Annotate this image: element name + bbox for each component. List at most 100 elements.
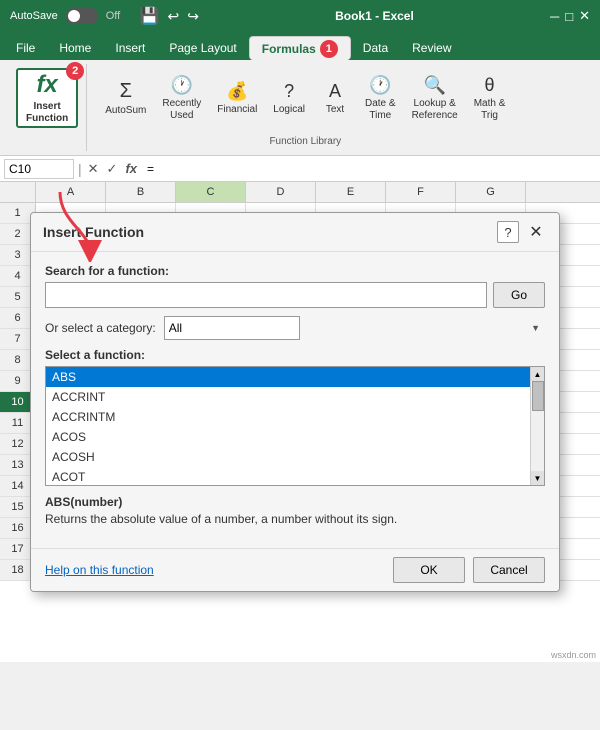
autosum-label: AutoSum xyxy=(105,105,146,116)
col-header-c[interactable]: C xyxy=(176,182,246,202)
function-item-acosh[interactable]: ACOSH xyxy=(46,447,530,467)
logical-button[interactable]: ? Logical xyxy=(267,68,311,128)
datetime-label: Date &Time xyxy=(365,98,396,122)
ok-button[interactable]: OK xyxy=(393,557,465,583)
search-input[interactable] xyxy=(45,282,487,308)
title-bar-right: ─ □ ✕ xyxy=(550,8,590,24)
autosave-label: AutoSave xyxy=(10,10,58,22)
col-header-b[interactable]: B xyxy=(106,182,176,202)
function-item-acot[interactable]: ACOT xyxy=(46,467,530,485)
tab-pagelayout[interactable]: Page Layout xyxy=(157,36,248,60)
autosum-button[interactable]: Σ AutoSum xyxy=(99,68,152,128)
tab-formulas[interactable]: Formulas 1 xyxy=(249,36,351,60)
window-title: Book1 - Excel xyxy=(335,9,414,23)
fx-icon[interactable]: fx xyxy=(123,161,139,176)
category-row: Or select a category: All Financial Date… xyxy=(45,316,545,340)
datetime-button[interactable]: 🕐 Date &Time xyxy=(359,68,402,128)
tab-review[interactable]: Review xyxy=(400,36,463,60)
category-select-wrapper: All Financial Date & Time Math & Trig St… xyxy=(164,316,545,340)
function-library-label: Function Library xyxy=(269,132,341,147)
financial-icon: 💰 xyxy=(226,81,248,102)
minimize-btn[interactable]: ─ xyxy=(550,9,559,24)
close-btn[interactable]: ✕ xyxy=(579,8,590,24)
scroll-thumb[interactable] xyxy=(532,381,544,411)
badge-1: 1 xyxy=(320,40,338,58)
math-button[interactable]: θ Math &Trig xyxy=(468,68,512,128)
corner-cell xyxy=(0,182,36,202)
cancel-button[interactable]: Cancel xyxy=(473,557,545,583)
redo-icon[interactable]: ↪ xyxy=(187,8,199,25)
function-item-abs[interactable]: ABS xyxy=(46,367,530,387)
dialog-help-button[interactable]: ? xyxy=(497,221,519,243)
tab-file[interactable]: File xyxy=(4,36,47,60)
tab-data[interactable]: Data xyxy=(351,36,400,60)
recently-used-button[interactable]: 🕐 RecentlyUsed xyxy=(156,68,207,128)
function-item-accrintm[interactable]: ACCRINTM xyxy=(46,407,530,427)
undo-icon[interactable]: ↩ xyxy=(167,8,179,25)
ribbon-content: fx InsertFunction 2 Σ AutoSum 🕐 Recently… xyxy=(0,60,600,156)
logical-icon: ? xyxy=(284,81,294,102)
spreadsheet-area: A B C D E F G 12345678910111213141516171… xyxy=(0,182,600,662)
dialog-body: Search for a function: Go Or select a ca… xyxy=(31,252,559,548)
function-list[interactable]: ABSACCRINTACCRINTMACOSACOSHACOTACOTH xyxy=(46,367,530,485)
function-desc-text: Returns the absolute value of a number, … xyxy=(45,512,397,526)
math-label: Math &Trig xyxy=(474,98,506,122)
scroll-up-btn[interactable]: ▲ xyxy=(531,367,545,381)
text-button[interactable]: A Text xyxy=(315,68,355,128)
search-row: Go xyxy=(45,282,545,308)
category-select[interactable]: All Financial Date & Time Math & Trig St… xyxy=(164,316,300,340)
dialog-close-button[interactable]: ✕ xyxy=(525,221,547,243)
ribbon-tab-bar: File Home Insert Page Layout Formulas 1 … xyxy=(0,32,600,60)
dialog-footer-buttons: OK Cancel xyxy=(393,557,545,583)
fx-large-icon: fx xyxy=(36,71,57,99)
formula-bar: | ✕ ✓ fx xyxy=(0,156,600,182)
datetime-icon: 🕐 xyxy=(369,75,391,96)
function-list-container: ABSACCRINTACCRINTMACOSACOSHACOTACOTH ▲ ▼ xyxy=(45,366,545,486)
column-header-row: A B C D E F G xyxy=(0,182,600,203)
financial-button[interactable]: 💰 Financial xyxy=(211,68,263,128)
cancel-icon[interactable]: ✕ xyxy=(86,161,101,177)
scrollbar[interactable]: ▲ ▼ xyxy=(530,367,544,485)
autosave-toggle[interactable] xyxy=(66,8,98,24)
watermark: wsxdn.com xyxy=(551,650,596,660)
recently-used-label: RecentlyUsed xyxy=(162,98,201,122)
go-button[interactable]: Go xyxy=(493,282,545,308)
function-signature: ABS(number) xyxy=(45,495,122,509)
text-label: Text xyxy=(326,104,344,115)
badge-2: 2 xyxy=(66,62,84,80)
search-label: Search for a function: xyxy=(45,264,545,278)
save-icon[interactable]: 💾 xyxy=(140,6,160,26)
function-item-accrint[interactable]: ACCRINT xyxy=(46,387,530,407)
title-bar-left: AutoSave Off 💾 ↩ ↪ xyxy=(10,6,199,26)
col-header-e[interactable]: E xyxy=(316,182,386,202)
tab-insert[interactable]: Insert xyxy=(103,36,157,60)
function-label: Select a function: xyxy=(45,348,545,362)
lookup-label: Lookup &Reference xyxy=(412,98,458,122)
confirm-icon[interactable]: ✓ xyxy=(105,161,120,177)
tab-formulas-label: Formulas xyxy=(262,42,316,56)
maximize-btn[interactable]: □ xyxy=(565,9,573,24)
ribbon-group-function-library: Σ AutoSum 🕐 RecentlyUsed 💰 Financial ? L… xyxy=(91,64,519,151)
dialog-titlebar: Insert Function ? ✕ xyxy=(31,213,559,252)
insert-function-button[interactable]: fx InsertFunction 2 xyxy=(16,68,78,128)
formula-input[interactable] xyxy=(143,160,596,178)
toggle-state-text: Off xyxy=(106,10,120,22)
tab-home[interactable]: Home xyxy=(47,36,103,60)
col-header-d[interactable]: D xyxy=(246,182,316,202)
lookup-button[interactable]: 🔍 Lookup &Reference xyxy=(406,68,464,128)
col-header-f[interactable]: F xyxy=(386,182,456,202)
col-header-g[interactable]: G xyxy=(456,182,526,202)
financial-label: Financial xyxy=(217,104,257,115)
function-item-acos[interactable]: ACOS xyxy=(46,427,530,447)
help-link[interactable]: Help on this function xyxy=(45,563,154,577)
lookup-icon: 🔍 xyxy=(423,75,445,96)
dialog-footer: Help on this function OK Cancel xyxy=(31,548,559,591)
col-header-a[interactable]: A xyxy=(36,182,106,202)
cell-name-box[interactable] xyxy=(4,159,74,179)
ribbon-group-insert-function: fx InsertFunction 2 xyxy=(8,64,87,151)
recently-used-icon: 🕐 xyxy=(171,75,193,96)
insert-function-label: InsertFunction xyxy=(26,101,68,125)
category-label: Or select a category: xyxy=(45,321,156,335)
scroll-down-btn[interactable]: ▼ xyxy=(531,471,545,485)
insert-function-dialog: Insert Function ? ✕ Search for a functio… xyxy=(30,212,560,592)
